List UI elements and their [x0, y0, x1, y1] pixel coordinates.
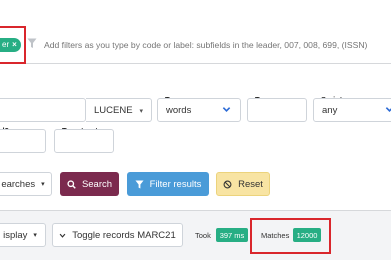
display-label: isplay — [3, 229, 28, 241]
type-value: words — [166, 104, 192, 116]
display-button[interactable]: isplay ▾ — [0, 223, 46, 247]
matches-label: Matches — [261, 231, 290, 240]
chevron-down-icon — [385, 107, 391, 112]
type-select[interactable]: words — [157, 98, 241, 122]
tag-input[interactable] — [247, 98, 307, 122]
saved-searches-label: earches — [1, 178, 36, 190]
query-type-select[interactable]: LUCENE ▾ — [86, 98, 152, 122]
chevron-down-icon — [59, 233, 66, 238]
matches-badge: 12000 — [293, 228, 321, 242]
close-icon[interactable]: × — [12, 38, 17, 52]
filter-input[interactable] — [44, 36, 391, 54]
toggle-records-label: Toggle records MARC21 — [72, 229, 176, 241]
caret-down-icon: ▾ — [41, 181, 45, 188]
script-select[interactable]: any — [313, 98, 391, 122]
caret-down-icon: ▾ — [33, 232, 37, 239]
filter-chip-label: er — [2, 40, 10, 49]
filter-bar: er × — [0, 0, 391, 64]
active-filter-chip[interactable]: er × — [0, 38, 21, 52]
ban-icon — [223, 180, 232, 188]
query-type-value: LUCENE — [94, 104, 133, 116]
search-icon — [67, 179, 76, 189]
ind2-input[interactable] — [0, 129, 46, 153]
script-value: any — [322, 104, 338, 116]
search-label: Search — [81, 178, 113, 190]
funnel-icon — [135, 179, 144, 189]
took-label: Took — [195, 231, 211, 240]
tag-structure-input[interactable] — [54, 129, 114, 153]
terms-input[interactable] — [0, 98, 86, 122]
toggle-records-button[interactable]: Toggle records MARC21 — [52, 223, 183, 247]
took-badge: 397 ms — [216, 228, 248, 242]
search-button[interactable]: Search — [60, 172, 119, 196]
filter-results-label: Filter results — [149, 178, 202, 190]
search-form: rms LUCENE ▾ Type words Tag Script any d… — [0, 64, 391, 210]
reset-label: Reset — [238, 178, 263, 190]
caret-down-icon: ▾ — [139, 108, 143, 115]
chevron-down-icon — [222, 107, 231, 112]
divider — [0, 210, 391, 211]
funnel-icon — [27, 38, 37, 48]
reset-button[interactable]: Reset — [216, 172, 270, 196]
saved-searches-button[interactable]: earches ▾ — [0, 172, 52, 196]
filter-results-button[interactable]: Filter results — [127, 172, 209, 196]
